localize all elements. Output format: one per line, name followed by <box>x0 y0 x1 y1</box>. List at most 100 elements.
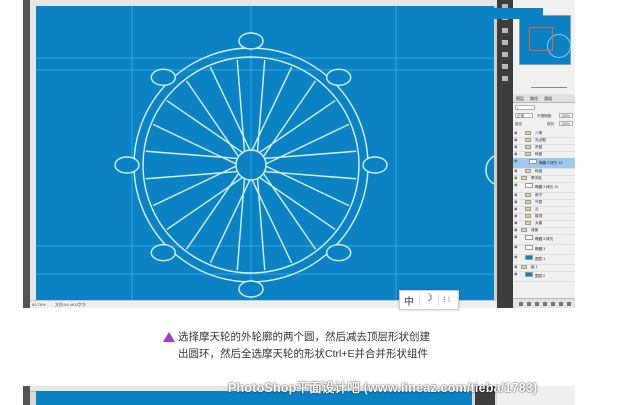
visibility-eye-icon[interactable]: ◉ <box>514 255 518 259</box>
layer-name: 光点圈 <box>535 138 546 142</box>
guide-lines <box>36 6 494 300</box>
folder-icon <box>525 193 531 197</box>
spoke-line <box>264 150 357 160</box>
layer-name: 摩天轮 <box>531 176 542 180</box>
folder-icon <box>521 228 527 232</box>
spoke-line <box>265 165 350 207</box>
link-icon[interactable] <box>519 302 523 306</box>
visibility-eye-icon[interactable]: ◉ <box>514 265 518 269</box>
ime-language-toggle[interactable]: 中 <box>404 293 414 308</box>
layer-filter-select[interactable]: ⌕ <box>515 105 535 110</box>
layers-panel-footer <box>513 298 575 308</box>
spoke-line <box>209 66 251 151</box>
opacity-input[interactable]: 100% <box>559 113 573 118</box>
visibility-eye-icon[interactable]: ◉ <box>514 138 518 142</box>
visibility-eye-icon[interactable]: ◉ <box>514 235 518 239</box>
visibility-eye-icon[interactable]: ◉ <box>514 145 518 149</box>
tab-paths[interactable]: 路径 <box>530 96 538 102</box>
visibility-eye-icon[interactable]: ◉ <box>514 169 518 173</box>
folder-icon <box>525 214 531 218</box>
moon-icon[interactable]: ☽ <box>424 293 433 304</box>
gondola-shape <box>362 156 388 174</box>
ime-separator <box>419 294 420 306</box>
layer-thumbnail <box>529 159 537 164</box>
folder-icon <box>521 176 527 180</box>
brush-icon[interactable] <box>502 52 508 57</box>
play-icon[interactable] <box>502 40 508 45</box>
spoke-line <box>209 179 251 264</box>
visibility-eye-icon[interactable]: ◉ <box>514 152 518 156</box>
tool-strip <box>23 386 30 405</box>
lock-label: 锁定: <box>515 122 523 126</box>
visibility-eye-icon[interactable]: ◉ <box>514 159 518 163</box>
gondola-shape <box>150 243 177 262</box>
visibility-eye-icon[interactable]: ◉ <box>514 245 518 249</box>
layer-name: 转盘 <box>535 152 543 156</box>
tool-strip[interactable] <box>23 0 30 308</box>
visibility-eye-icon[interactable]: ◉ <box>514 183 518 187</box>
visibility-eye-icon[interactable]: ◉ <box>514 207 518 211</box>
folder-icon <box>525 145 531 149</box>
gondola-shape <box>150 68 177 87</box>
layer-name: 吊篮 <box>535 145 543 149</box>
doc-size-readout: 文档:54.4K/0字节 <box>55 302 86 307</box>
spoke-line <box>152 123 237 165</box>
visibility-eye-icon[interactable]: ◉ <box>514 228 518 232</box>
adjustment-icon[interactable] <box>543 302 547 306</box>
character-icon[interactable] <box>502 64 508 69</box>
panel-tabs: 图层 路径 通道 <box>513 94 575 103</box>
layers-panel-area: 100.00% 图层 路径 通道 ⌕ 正常 不透明度: 100% 锁定: 填充:… <box>513 0 575 308</box>
spoke-line <box>256 178 266 271</box>
caption-line-2: 出圆环，然后全选摩天轮的形状Ctrl+E并合并形状组件 <box>178 348 428 360</box>
visibility-eye-icon[interactable]: ◉ <box>514 131 518 135</box>
layer-row[interactable]: ◉ 图层 0 <box>513 271 575 282</box>
ime-toolbar: 中 ☽ ⁝ ⁝ <box>399 290 459 310</box>
folder-icon <box>525 207 531 211</box>
folder-icon[interactable] <box>551 302 555 306</box>
layer-thumbnail <box>525 235 533 240</box>
gondola-shape <box>325 68 352 87</box>
layer-name: 房子 <box>535 193 543 197</box>
folder-icon <box>525 169 531 173</box>
tab-channels[interactable]: 通道 <box>544 96 552 102</box>
ime-separator <box>438 294 439 306</box>
tab-layers[interactable]: 图层 <box>516 96 524 102</box>
spoke-line <box>145 170 238 180</box>
caption-line-1: 选择摩天轮的外轮廓的两个圆，然后减去顶层形状创建 <box>178 331 430 343</box>
new-layer-icon[interactable] <box>559 302 563 306</box>
trash-icon[interactable] <box>567 302 571 306</box>
visibility-eye-icon[interactable]: ◉ <box>514 272 518 276</box>
document-canvas[interactable] <box>36 6 494 300</box>
layer-name: 大楼 <box>535 221 543 225</box>
layer-thumbnail <box>525 245 533 250</box>
visibility-eye-icon[interactable]: ◉ <box>514 214 518 218</box>
watermark-text: PhotoShop平面设计吧 (www.lineaz.com/tieba/178… <box>228 381 538 395</box>
fill-input[interactable]: 100% <box>559 121 573 126</box>
navigator-thumbnail <box>493 8 543 19</box>
mask-icon[interactable] <box>535 302 539 306</box>
navigator-view-box[interactable] <box>529 27 553 51</box>
layer-thumbnail <box>525 272 533 277</box>
navigator-zoom-slider[interactable] <box>531 87 567 88</box>
folder-icon <box>525 152 531 156</box>
layer-name: 转盘 <box>535 169 543 173</box>
gondola-shape <box>238 32 264 50</box>
ime-settings-icon[interactable]: ⁝ ⁝ <box>443 295 450 304</box>
layer-name: 楼顶 <box>535 214 543 218</box>
layer-name: 气氛 <box>535 200 543 204</box>
blend-mode-select[interactable]: 正常 <box>515 113 533 118</box>
gondola-shape <box>325 243 352 262</box>
layer-name: 图层 0 <box>535 274 546 278</box>
visibility-eye-icon[interactable]: ◉ <box>514 221 518 225</box>
properties-icon[interactable] <box>502 28 508 33</box>
ferris-wheel-drawing <box>36 6 494 300</box>
visibility-eye-icon[interactable]: ◉ <box>514 176 518 180</box>
visibility-eye-icon[interactable]: ◉ <box>514 200 518 204</box>
visibility-eye-icon[interactable]: ◉ <box>514 193 518 197</box>
layers-list: ◉ 八角 ◉ 光点圈 ◉ 吊篮 ◉ 转盘 ◉ 椭圆 3 拷贝 13 ◉ 转盘 ◉ 摩天轮 ◉ 椭圆 3 拷贝 … <box>513 130 575 298</box>
layer-name: 椭圆 3 <box>535 247 546 251</box>
opacity-label: 不透明度: <box>537 114 552 118</box>
fx-icon[interactable] <box>527 302 531 306</box>
layer-controls: ⌕ 正常 不透明度: 100% 锁定: 填充: 100% <box>513 103 575 129</box>
paragraph-icon[interactable] <box>502 76 508 81</box>
